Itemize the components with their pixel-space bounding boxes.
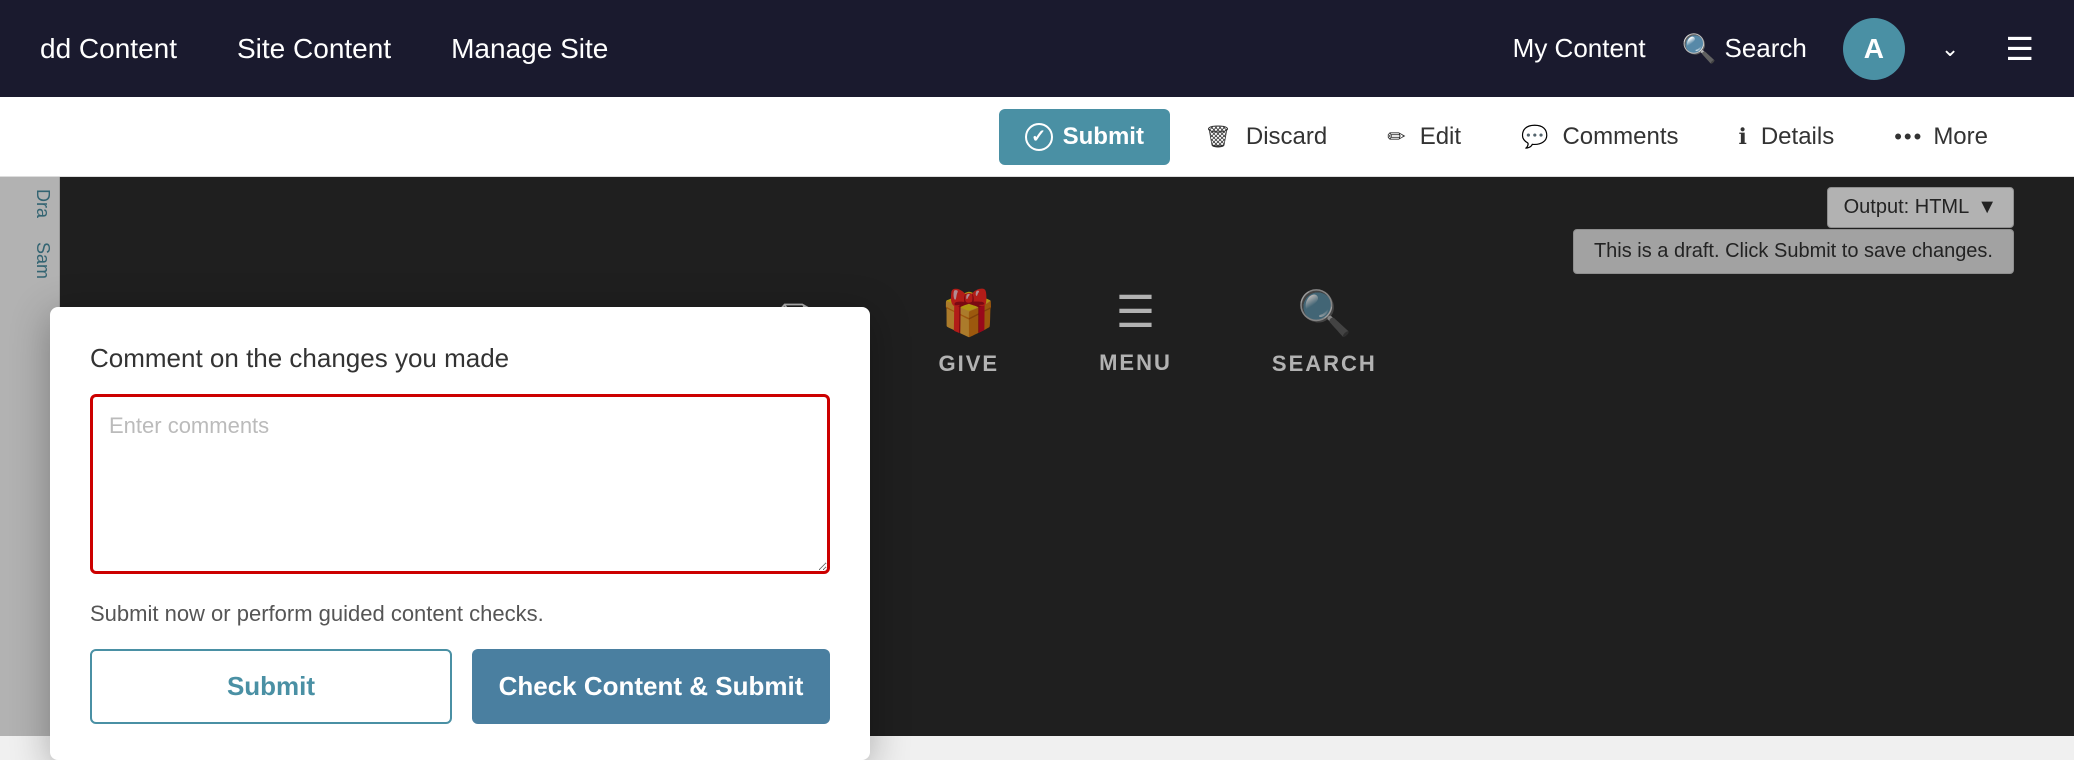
more-dots-icon: ••• [1894,124,1923,150]
discard-label: Discard [1246,123,1327,151]
comments-textarea[interactable] [90,394,830,574]
details-label: Details [1761,123,1834,151]
more-label: More [1933,123,1988,151]
hamburger-menu-icon[interactable]: ☰ [2005,30,2034,68]
nav-manage-site[interactable]: Manage Site [451,33,608,65]
top-navigation: dd Content Site Content Manage Site My C… [0,0,2074,97]
submit-label: Submit [1063,123,1144,151]
discard-button[interactable]: 🗑 Discard [1178,109,1353,165]
submit-button[interactable]: ✓ Submit [999,109,1170,165]
comments-button[interactable]: 💬 Comments [1495,109,1704,165]
check-icon: ✓ [1025,123,1053,151]
edit-button[interactable]: ✏ Edit [1361,109,1487,165]
details-button[interactable]: ℹ Details [1712,109,1860,165]
top-nav-left: dd Content Site Content Manage Site [40,33,1513,65]
modal-submit-button[interactable]: Submit [90,649,452,724]
nav-site-content[interactable]: Site Content [237,33,391,65]
search-link[interactable]: 🔍 Search [1682,32,1807,65]
comment-icon: 💬 [1521,124,1548,150]
search-icon: 🔍 [1682,32,1717,65]
content-area: Dra Sam Output: HTML ▼ This is a draft. … [0,177,2074,736]
my-content-link[interactable]: My Content [1513,33,1646,64]
trash-icon: 🗑 [1204,124,1232,150]
nav-add-content[interactable]: dd Content [40,33,177,65]
submit-modal: Comment on the changes you made Submit n… [50,307,870,760]
search-label: Search [1724,33,1806,64]
more-button[interactable]: ••• More [1868,109,2014,165]
edit-label: Edit [1420,123,1461,151]
avatar-letter: A [1864,33,1884,65]
modal-title: Comment on the changes you made [90,343,830,374]
pencil-icon: ✏ [1387,124,1405,150]
top-nav-right: My Content 🔍 Search A ⌄ ☰ [1513,18,2034,80]
avatar[interactable]: A [1843,18,1905,80]
toolbar: ✓ Submit 🗑 Discard ✏ Edit 💬 Comments ℹ D… [0,97,2074,177]
chevron-down-icon[interactable]: ⌄ [1941,36,1959,62]
modal-buttons: Submit Check Content & Submit [90,649,830,724]
comments-label: Comments [1562,123,1678,151]
modal-hint: Submit now or perform guided content che… [90,601,830,627]
info-icon: ℹ [1738,124,1746,150]
check-content-submit-button[interactable]: Check Content & Submit [472,649,830,724]
